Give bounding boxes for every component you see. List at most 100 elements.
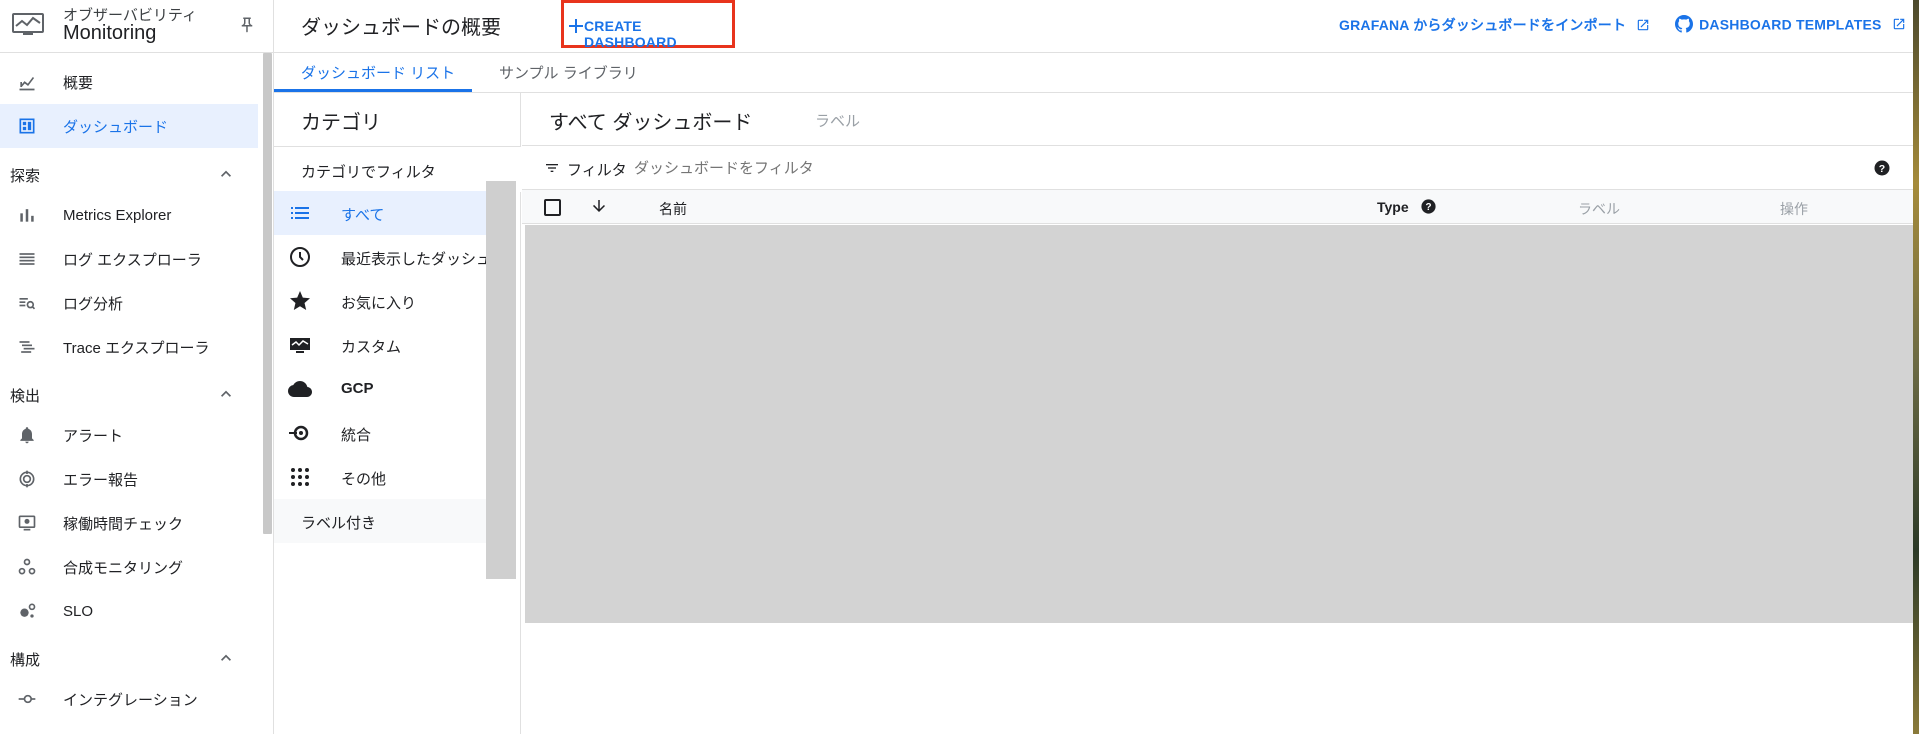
cloud-icon [288, 377, 312, 401]
column-header-type[interactable]: Type [1377, 199, 1409, 215]
sidebar-item-logs-explorer[interactable]: ログ エクスプローラ [0, 237, 258, 281]
sidebar-item-integrations[interactable]: インテグレーション [0, 677, 258, 721]
sidebar-item-label: インテグレーション [63, 691, 198, 709]
category-item-label: 統合 [341, 427, 372, 444]
trace-icon [17, 337, 37, 357]
dashboard-filter-input[interactable] [634, 154, 1234, 182]
sidebar-item-error-reporting[interactable]: エラー報告 [0, 457, 258, 501]
sidebar-item-label: ダッシュボード [63, 118, 169, 136]
logs-list-icon [17, 249, 37, 269]
category-item-integrations[interactable]: 統合 [274, 411, 486, 455]
grafana-import-link[interactable]: GRAFANA からダッシュボードをインポート [1339, 15, 1650, 35]
create-dashboard-button[interactable]: CREATE DASHBOARD [561, 0, 735, 50]
help-icon[interactable]: ? [1873, 159, 1891, 177]
dashboard-templates-label: DASHBOARD TEMPLATES [1699, 16, 1882, 33]
section-title: 探索 [10, 168, 41, 185]
log-analytics-icon [17, 293, 37, 313]
table-loading-overlay [525, 225, 1919, 623]
create-dashboard-label: CREATE DASHBOARD [584, 18, 677, 50]
open-in-new-icon [1892, 17, 1906, 31]
dashboard-list-title: すべて ダッシュボード [549, 112, 753, 134]
category-item-all[interactable]: すべて [274, 191, 486, 235]
grafana-import-label: GRAFANA からダッシュボードをインポート [1339, 17, 1627, 33]
category-item-gcp[interactable]: GCP [274, 367, 486, 411]
category-labeled-header: ラベル付き [274, 499, 486, 543]
bar-chart-icon [17, 205, 37, 225]
active-tab-indicator [274, 89, 472, 92]
category-item-label: GCP [341, 380, 374, 397]
category-item-label: 最近表示したダッシュボード [341, 251, 486, 268]
category-filter-header: カテゴリでフィルタ [274, 146, 521, 192]
pin-icon[interactable] [238, 16, 256, 34]
sidebar-item-label: ログ分析 [63, 295, 124, 313]
app-title: Monitoring [63, 22, 157, 44]
github-icon [1675, 15, 1693, 33]
sidebar-item-log-analytics[interactable]: ログ分析 [0, 281, 258, 325]
category-title: カテゴリ [301, 112, 381, 134]
filter-icon[interactable] [544, 160, 560, 176]
chevron-up-icon [216, 164, 236, 184]
sidebar-item-overview[interactable]: 概要 [0, 60, 258, 104]
select-all-checkbox[interactable] [544, 199, 561, 216]
sidebar-item-label: Trace エクスプローラ [63, 339, 210, 357]
chevron-up-icon [216, 384, 236, 404]
category-item-custom[interactable]: カスタム [274, 323, 486, 367]
category-item-label: お気に入り [341, 295, 417, 312]
overview-chart-icon [17, 72, 37, 92]
brand-header: オブザーバビリティ Monitoring [0, 0, 273, 53]
filter-label[interactable]: フィルタ [567, 159, 627, 180]
sidebar-item-label: 合成モニタリング [63, 559, 184, 577]
svg-text:?: ? [1879, 163, 1885, 175]
sidebar-item-label: ログ エクスプローラ [63, 251, 202, 269]
sidebar-item-label: SLO [63, 602, 94, 620]
custom-monitor-icon [288, 333, 312, 357]
sidebar-item-uptime-checks[interactable]: 稼働時間チェック [0, 501, 258, 545]
clock-icon [288, 245, 312, 269]
page-title: ダッシュボードの概要 [301, 17, 501, 39]
sidebar-item-trace-explorer[interactable]: Trace エクスプローラ [0, 325, 258, 369]
category-item-recent[interactable]: 最近表示したダッシュボード [274, 235, 486, 279]
slo-icon [17, 601, 37, 621]
category-filter-label: カテゴリでフィルタ [301, 164, 436, 181]
column-header-name[interactable]: 名前 [659, 199, 687, 219]
dashboard-templates-link[interactable]: DASHBOARD TEMPLATES [1675, 15, 1906, 33]
sidebar-scrollbar[interactable] [263, 53, 272, 534]
tab-sample-library[interactable]: サンプル ライブラリ [499, 62, 638, 83]
star-icon [288, 289, 312, 313]
plus-icon [568, 18, 584, 34]
category-item-favorites[interactable]: お気に入り [274, 279, 486, 323]
category-item-other[interactable]: その他 [274, 455, 486, 499]
open-in-new-icon [1636, 18, 1650, 32]
sidebar-item-metrics-explorer[interactable]: Metrics Explorer [0, 193, 258, 237]
sidebar-item-synthetic-monitoring[interactable]: 合成モニタリング [0, 545, 258, 589]
sidebar-item-label: エラー報告 [63, 471, 139, 489]
category-scrollbar[interactable] [486, 181, 516, 579]
synthetic-icon [17, 557, 37, 577]
background-edge-strip [1913, 0, 1919, 734]
apps-grid-icon [288, 465, 312, 489]
monitoring-logo-icon [12, 12, 44, 36]
sidebar-item-label: アラート [63, 427, 124, 445]
category-labeled-label: ラベル付き [301, 515, 377, 532]
list-icon [288, 201, 312, 225]
svg-text:?: ? [1425, 202, 1431, 213]
tab-dashboard-list[interactable]: ダッシュボード リスト [301, 62, 455, 83]
sort-arrow-down-icon[interactable] [590, 197, 608, 215]
sidebar-item-label: Metrics Explorer [63, 206, 172, 224]
sidebar-item-slo[interactable]: SLO [0, 589, 258, 633]
column-header-labels: ラベル [1578, 201, 1620, 217]
category-item-label: カスタム [341, 339, 402, 356]
type-help-icon[interactable]: ? [1420, 198, 1437, 215]
sidebar-section-detect[interactable]: 検出 [0, 374, 258, 414]
table-header: 名前 Type ? ラベル 操作 [522, 190, 1919, 224]
chevron-up-icon [216, 648, 236, 668]
sidebar-item-label: 概要 [63, 74, 94, 92]
sidebar-section-configure[interactable]: 構成 [0, 638, 258, 678]
page-header [274, 0, 1919, 53]
sidebar-section-explore[interactable]: 探索 [0, 154, 258, 194]
integration-icon [288, 421, 312, 445]
integration-icon [17, 689, 37, 709]
label-filter-tab[interactable]: ラベル [815, 110, 860, 131]
sidebar-item-dashboards[interactable]: ダッシュボード [0, 104, 258, 148]
sidebar-item-alerting[interactable]: アラート [0, 413, 258, 457]
